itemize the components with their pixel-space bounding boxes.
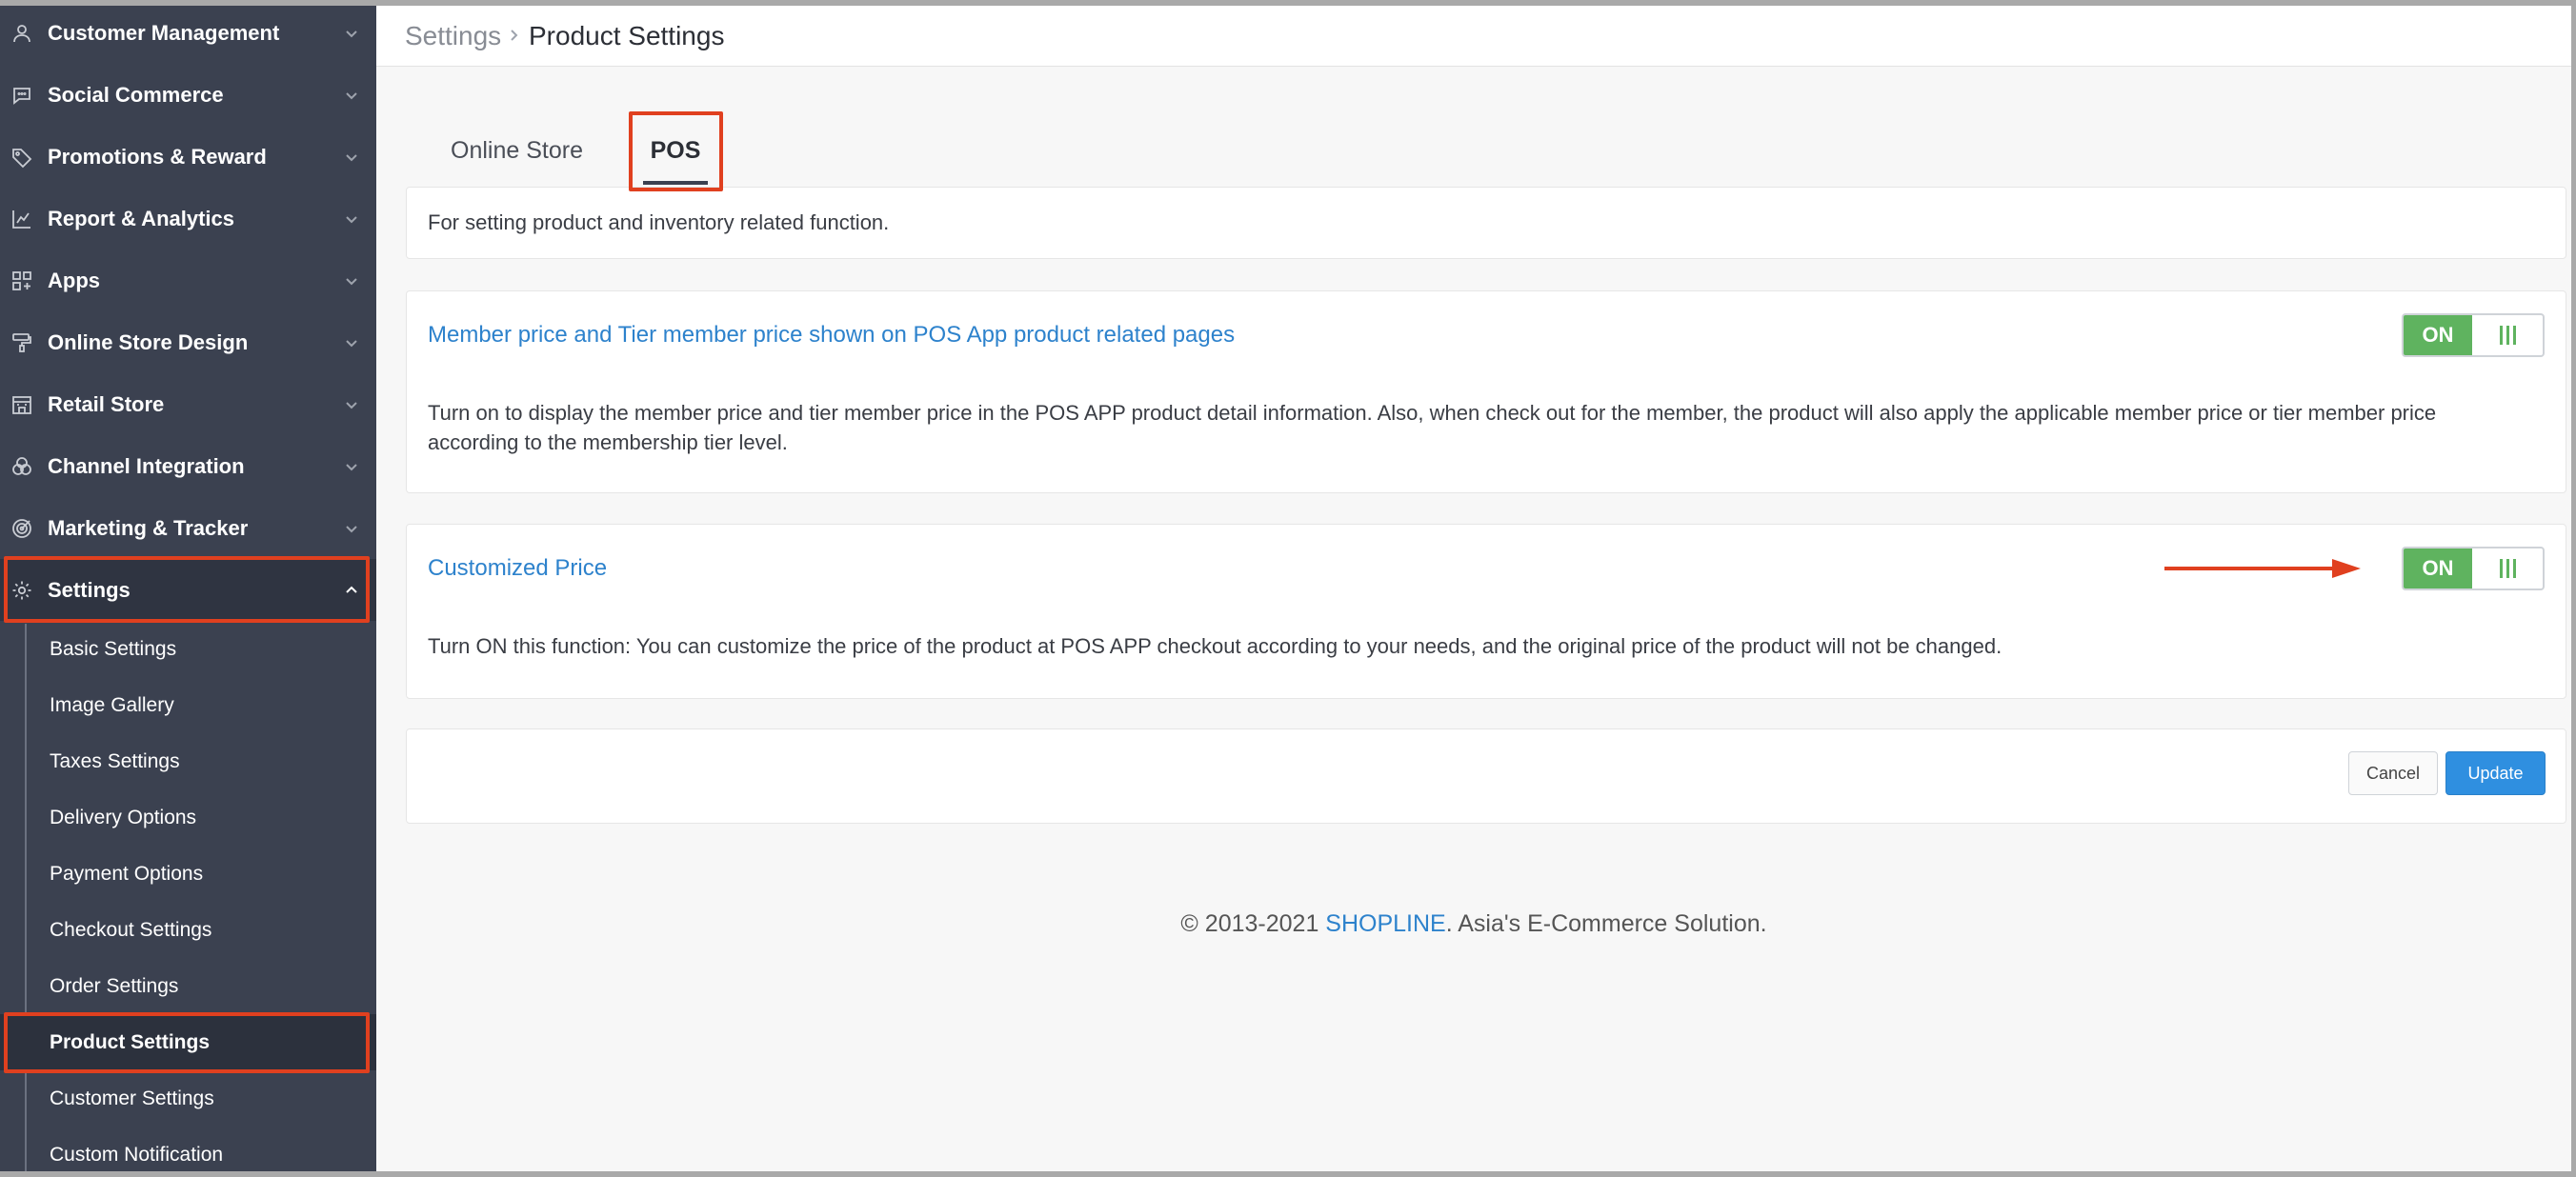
chevron-down-icon bbox=[344, 88, 359, 103]
toggle-on-label: ON bbox=[2404, 549, 2472, 588]
window-frame-right bbox=[2571, 0, 2576, 1177]
store-icon bbox=[10, 392, 34, 417]
sidebar-item-label: Report & Analytics bbox=[48, 206, 235, 230]
cancel-button[interactable]: Cancel bbox=[2348, 751, 2438, 795]
target-icon bbox=[10, 516, 34, 541]
circles-icon bbox=[10, 454, 34, 479]
sidebar-subitem-taxes-settings[interactable]: Taxes Settings bbox=[0, 733, 376, 789]
setting-card-member-price: Member price and Tier member price shown… bbox=[406, 290, 2566, 493]
page-header: Settings Product Settings bbox=[376, 6, 2571, 67]
sidebar-subitem-label: Customer Settings bbox=[50, 1087, 214, 1109]
toggle-grip-icon bbox=[2472, 549, 2543, 588]
sidebar-item-label: Channel Integration bbox=[48, 453, 245, 478]
chevron-down-icon bbox=[344, 211, 359, 227]
setting-description: Turn ON this function: You can customize… bbox=[428, 634, 2002, 658]
window-frame-top bbox=[0, 0, 2576, 6]
customized-price-toggle[interactable]: ON bbox=[2402, 547, 2545, 590]
sidebar-item-label: Settings bbox=[48, 577, 131, 602]
sidebar-subitem-basic-settings[interactable]: Basic Settings bbox=[0, 621, 376, 677]
footer-brand-link[interactable]: SHOPLINE bbox=[1325, 910, 1445, 937]
sidebar-item-settings[interactable]: Settings bbox=[0, 559, 376, 621]
sidebar: Customer Management Social Commerce Prom… bbox=[0, 0, 376, 1177]
toggle-on-label: ON bbox=[2404, 315, 2472, 355]
breadcrumb-parent[interactable]: Settings bbox=[405, 21, 501, 51]
chevron-down-icon bbox=[344, 521, 359, 536]
sidebar-subitem-label: Order Settings bbox=[50, 974, 179, 997]
page-footer: © 2013-2021 SHOPLINE. Asia's E-Commerce … bbox=[376, 910, 2571, 938]
sidebar-subitem-checkout-settings[interactable]: Checkout Settings bbox=[0, 902, 376, 958]
sidebar-item-report-analytics[interactable]: Report & Analytics bbox=[0, 188, 376, 249]
footer-tagline: . Asia's E-Commerce Solution. bbox=[1445, 910, 1767, 937]
sidebar-subitem-label: Product Settings bbox=[50, 1030, 211, 1053]
sidebar-item-apps[interactable]: Apps bbox=[0, 249, 376, 311]
user-icon bbox=[10, 21, 34, 46]
sidebar-item-social-commerce[interactable]: Social Commerce bbox=[0, 64, 376, 126]
member-price-toggle[interactable]: ON bbox=[2402, 313, 2545, 357]
sidebar-subitem-payment-options[interactable]: Payment Options bbox=[0, 846, 376, 902]
sidebar-subitem-label: Checkout Settings bbox=[50, 918, 212, 941]
sidebar-subitem-custom-notification[interactable]: Custom Notification bbox=[0, 1127, 376, 1177]
sidebar-item-label: Marketing & Tracker bbox=[48, 515, 249, 540]
chevron-down-icon bbox=[344, 150, 359, 165]
setting-card-customized-price: Customized Price ON Turn ON this functio… bbox=[406, 524, 2566, 699]
sidebar-item-label: Retail Store bbox=[48, 391, 165, 416]
intro-card: For setting product and inventory relate… bbox=[406, 187, 2566, 259]
sidebar-subitem-delivery-options[interactable]: Delivery Options bbox=[0, 789, 376, 846]
chevron-down-icon bbox=[344, 273, 359, 289]
footer-copyright: © 2013-2021 bbox=[1180, 910, 1326, 937]
chart-icon bbox=[10, 207, 34, 231]
chat-bubble-icon bbox=[10, 83, 34, 108]
sidebar-item-label: Promotions & Reward bbox=[48, 144, 267, 169]
setting-description: Turn on to display the member price and … bbox=[428, 401, 2437, 454]
sidebar-subitem-label: Delivery Options bbox=[50, 806, 197, 828]
chevron-up-icon bbox=[344, 583, 359, 598]
chevron-down-icon bbox=[344, 459, 359, 474]
intro-text: For setting product and inventory relate… bbox=[428, 210, 890, 234]
tab-pos[interactable]: POS bbox=[633, 112, 718, 189]
update-button[interactable]: Update bbox=[2445, 751, 2546, 795]
sidebar-item-promotions-reward[interactable]: Promotions & Reward bbox=[0, 126, 376, 188]
sidebar-subitem-customer-settings[interactable]: Customer Settings bbox=[0, 1070, 376, 1127]
gear-icon bbox=[10, 578, 34, 603]
page-title: Product Settings bbox=[529, 20, 725, 50]
toggle-grip-icon bbox=[2472, 315, 2543, 355]
sidebar-subitem-order-settings[interactable]: Order Settings bbox=[0, 958, 376, 1014]
sidebar-item-channel-integration[interactable]: Channel Integration bbox=[0, 435, 376, 497]
sidebar-subitem-label: Custom Notification bbox=[50, 1143, 224, 1166]
sidebar-item-marketing-tracker[interactable]: Marketing & Tracker bbox=[0, 497, 376, 559]
active-tab-indicator bbox=[643, 181, 708, 185]
chevron-down-icon bbox=[344, 26, 359, 41]
sidebar-subitem-image-gallery[interactable]: Image Gallery bbox=[0, 677, 376, 733]
sidebar-item-customer-management[interactable]: Customer Management bbox=[0, 2, 376, 64]
setting-title: Customized Price bbox=[428, 555, 608, 581]
sidebar-subitem-label: Basic Settings bbox=[50, 637, 177, 660]
setting-title: Member price and Tier member price shown… bbox=[428, 322, 1236, 348]
sidebar-item-label: Apps bbox=[48, 268, 100, 292]
paint-roller-icon bbox=[10, 330, 34, 355]
sidebar-item-online-store-design[interactable]: Online Store Design bbox=[0, 311, 376, 373]
actions-card bbox=[406, 728, 2566, 824]
sidebar-item-label: Social Commerce bbox=[48, 82, 224, 107]
chevron-right-icon bbox=[508, 29, 521, 42]
tab-online-store[interactable]: Online Store bbox=[438, 112, 595, 189]
sidebar-item-retail-store[interactable]: Retail Store bbox=[0, 373, 376, 435]
sidebar-item-label: Customer Management bbox=[48, 20, 280, 45]
sidebar-subitem-product-settings[interactable]: Product Settings bbox=[0, 1014, 376, 1070]
sidebar-subitem-label: Taxes Settings bbox=[50, 749, 180, 772]
annotation-arrow-icon bbox=[2164, 559, 2361, 578]
apps-grid-icon bbox=[10, 269, 34, 293]
sidebar-item-label: Online Store Design bbox=[48, 329, 249, 354]
chevron-down-icon bbox=[344, 335, 359, 350]
window-frame-bottom bbox=[0, 1171, 2576, 1177]
chevron-down-icon bbox=[344, 397, 359, 412]
tag-icon bbox=[10, 145, 34, 170]
sidebar-subitem-label: Payment Options bbox=[50, 862, 204, 885]
sidebar-subitem-label: Image Gallery bbox=[50, 693, 174, 716]
